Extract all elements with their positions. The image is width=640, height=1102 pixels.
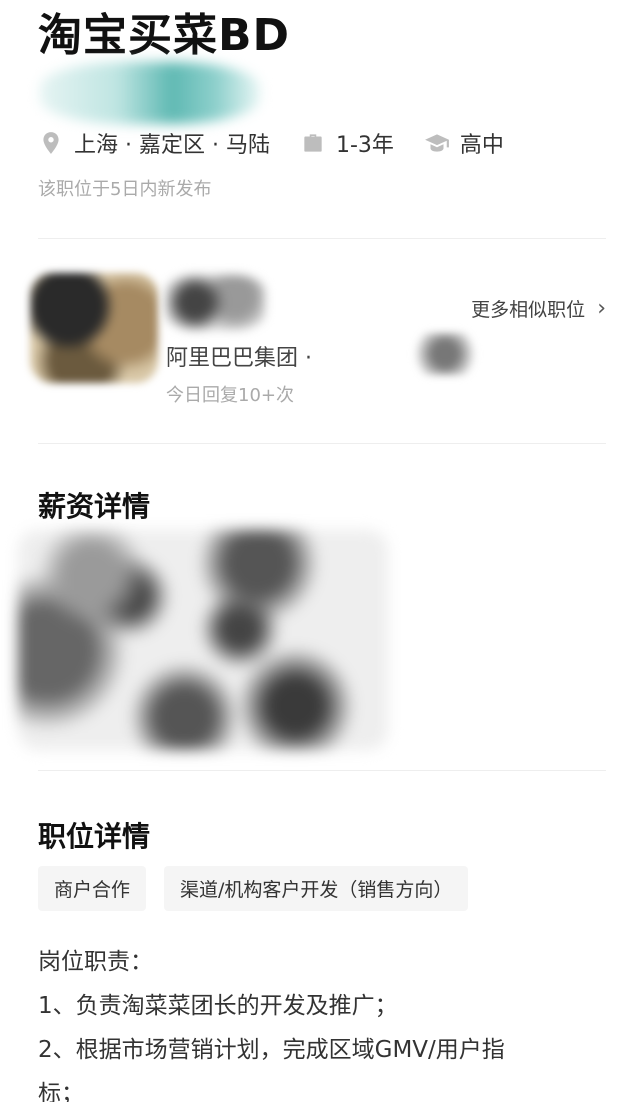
salary-redacted bbox=[40, 62, 260, 124]
description-line: 1、负责淘菜菜团长的开发及推广； bbox=[38, 993, 398, 1019]
description-line: 2、根据市场营销计划，完成区域GMV/用户指 bbox=[38, 1037, 505, 1063]
recruiter-redacted bbox=[165, 275, 265, 330]
position-tag: 渠道/机构客户开发（销售方向） bbox=[164, 866, 469, 911]
job-education: 高中 bbox=[424, 127, 504, 159]
description-line: 岗位职责： bbox=[38, 949, 153, 975]
job-meta-row: 上海 · 嘉定区 · 马陆 1-3年 高中 bbox=[38, 126, 534, 160]
salary-details-redacted bbox=[18, 530, 388, 750]
salary-section-title: 薪资详情 bbox=[38, 490, 151, 523]
chevron-right-icon[interactable]: › bbox=[597, 296, 606, 321]
divider bbox=[38, 443, 606, 444]
divider bbox=[38, 238, 606, 239]
briefcase-icon bbox=[304, 134, 322, 152]
company-logo[interactable] bbox=[30, 273, 158, 383]
job-location-text: 上海 · 嘉定区 · 马陆 bbox=[74, 133, 270, 158]
job-experience-text: 1-3年 bbox=[335, 133, 394, 158]
company-extra-redacted bbox=[410, 333, 480, 375]
posted-note: 该职位于5日内新发布 bbox=[38, 179, 212, 200]
company-card[interactable]: 阿里巴巴集团 · 今日回复10+次 更多相似职位 › bbox=[0, 255, 640, 435]
description-line: 标； bbox=[38, 1081, 84, 1102]
position-tag: 商户合作 bbox=[38, 866, 147, 911]
position-description: 岗位职责： 1、负责淘菜菜团长的开发及推广； 2、根据市场营销计划，完成区域GM… bbox=[38, 940, 608, 1102]
job-title: 淘宝买菜BD bbox=[38, 10, 291, 61]
more-similar-label[interactable]: 更多相似职位 bbox=[471, 295, 585, 322]
position-section-title: 职位详情 bbox=[38, 820, 151, 853]
job-location: 上海 · 嘉定区 · 马陆 bbox=[38, 127, 270, 159]
location-pin-icon bbox=[43, 132, 59, 154]
reply-rate-note: 今日回复10+次 bbox=[166, 385, 294, 406]
position-tags: 商户合作 渠道/机构客户开发（销售方向） bbox=[38, 866, 486, 911]
more-similar-jobs-link[interactable]: 更多相似职位 › bbox=[471, 295, 606, 322]
company-name[interactable]: 阿里巴巴集团 · bbox=[166, 340, 312, 372]
divider bbox=[38, 770, 606, 771]
graduation-cap-icon bbox=[424, 134, 449, 152]
job-education-text: 高中 bbox=[459, 133, 504, 158]
job-experience: 1-3年 bbox=[300, 127, 394, 159]
